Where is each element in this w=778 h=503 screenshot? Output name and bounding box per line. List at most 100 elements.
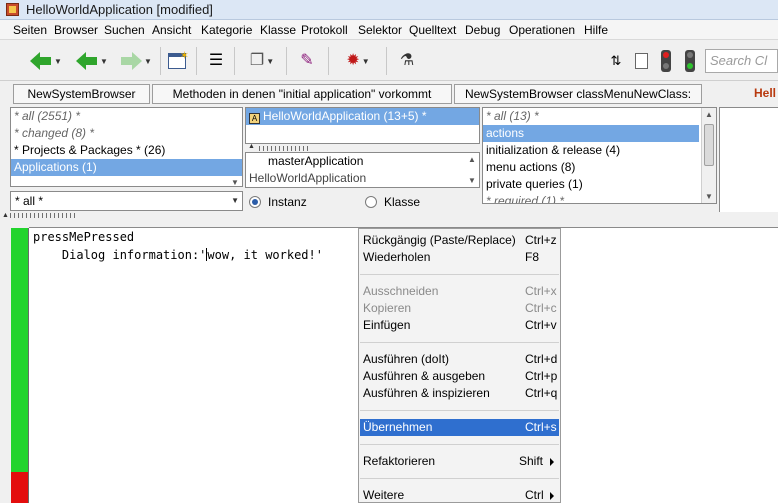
list-item[interactable]: * all (2551) * [11, 108, 242, 125]
menu-browser[interactable]: Browser [54, 23, 98, 37]
radio-class[interactable]: Klasse [365, 195, 420, 209]
editor-left-margin [0, 220, 11, 503]
window-title: HelloWorldApplication [modified] [26, 2, 213, 17]
forward-button[interactable]: ▼ [116, 47, 156, 75]
list-item-selected[interactable]: actions [483, 125, 699, 142]
indent-lines-icon: ☰ [208, 52, 224, 69]
back-history-button[interactable]: ▼ [72, 47, 112, 75]
category-scrollbar[interactable]: ▼ [228, 108, 242, 186]
scroll-up-icon: ▲ [468, 155, 476, 164]
menu-item-accept[interactable]: Übernehmen Ctrl+s [360, 419, 559, 436]
tab-overflow-label[interactable]: Hell [754, 86, 776, 100]
tab-bar: NewSystemBrowser Methoden in denen "init… [0, 84, 778, 105]
list-item[interactable]: masterApplication [246, 153, 479, 170]
chevron-down-icon: ▼ [231, 196, 239, 205]
scroll-thumb[interactable] [704, 124, 714, 166]
back-button[interactable]: ▼ [26, 47, 66, 75]
menu-quelltext[interactable]: Quelltext [409, 23, 456, 37]
title-bar: HelloWorldApplication [modified] [0, 0, 778, 20]
class-item-label: HelloWorldApplication (13+5) * [263, 109, 427, 123]
menu-item-cut[interactable]: Ausschneiden Ctrl+x [360, 283, 559, 300]
document-icon [634, 53, 648, 69]
list-item[interactable]: menu actions (8) [483, 159, 716, 176]
menu-item-more[interactable]: Weitere Ctrl [360, 487, 559, 503]
list-item[interactable]: HelloWorldApplication [246, 170, 479, 187]
document-button[interactable] [630, 47, 652, 75]
search-tool-button[interactable]: ✎ [294, 47, 320, 75]
menu-item-copy[interactable]: Kopieren Ctrl+c [360, 300, 559, 317]
format-button[interactable]: ☰ [204, 47, 228, 75]
chevron-down-icon: ▼ [266, 56, 275, 66]
menu-klasse[interactable]: Klasse [260, 23, 296, 37]
menu-selektor[interactable]: Selektor [358, 23, 402, 37]
menu-suchen[interactable]: Suchen [104, 23, 145, 37]
app-icon [6, 3, 19, 16]
test-runner-button[interactable]: ⚗ [394, 47, 420, 75]
chevron-down-icon: ▼ [361, 56, 370, 66]
list-item[interactable]: * Projects & Packages * (26) [11, 142, 242, 159]
scroll-up-icon: ▲ [248, 143, 255, 150]
list-item[interactable]: * required (1) * [483, 193, 716, 203]
menu-kategorie[interactable]: Kategorie [201, 23, 252, 37]
list-item-selected[interactable]: A HelloWorldApplication (13+5) * [246, 108, 479, 125]
list-item[interactable]: * changed (8) * [11, 125, 242, 142]
traffic-light-red-button[interactable] [656, 47, 676, 75]
forward-arrow-icon [120, 50, 143, 72]
menu-item-redo[interactable]: Wiederholen F8 [360, 249, 559, 266]
radio-label: Klasse [384, 195, 421, 209]
code-line-2: Dialog information:'wow, it worked!' [33, 248, 323, 262]
tab-methods-initial-application[interactable]: Methoden in denen "initial application" … [152, 84, 452, 104]
class-list[interactable]: A HelloWorldApplication (13+5) * [245, 107, 480, 144]
chevron-down-icon: ▼ [54, 56, 62, 66]
windows-button[interactable]: ❐ ▼ [242, 47, 282, 75]
scroll-down-icon: ▼ [468, 176, 476, 185]
new-window-icon: ✶ [168, 50, 189, 69]
selector-list[interactable] [719, 107, 778, 214]
list-item[interactable]: * all (13) * [483, 108, 716, 125]
category-list[interactable]: * all (2551) * * changed (8) * * Project… [10, 107, 243, 187]
context-menu: Rückgängig (Paste/Replace) Ctrl+z Wiederh… [358, 228, 561, 503]
traffic-light-green-button[interactable] [680, 47, 700, 75]
code-line-1: pressMePressed [33, 230, 135, 244]
code-error-gutter [11, 472, 29, 503]
menu-item-inspect-it[interactable]: Ausführen & inspizieren Ctrl+q [360, 385, 559, 402]
flask-icon: ⚗ [399, 52, 415, 69]
debug-button[interactable]: ✹ ▼ [336, 47, 380, 75]
search-magic-icon: ✎ [300, 52, 314, 69]
list-item[interactable]: private queries (1) [483, 176, 716, 193]
category-filter-combo[interactable]: * all * ▼ [10, 191, 243, 211]
class-hierarchy-list[interactable]: masterApplication HelloWorldApplication … [245, 152, 480, 188]
stacked-windows-icon: ❐ [249, 52, 265, 69]
protocol-list[interactable]: * all (13) * actions initialization & re… [482, 107, 717, 204]
chevron-down-icon: ▼ [100, 56, 108, 66]
class-scrollbar[interactable]: ▲ ▼ [465, 153, 479, 187]
grip-icon [10, 213, 76, 218]
menu-seiten[interactable]: Seiten [13, 23, 47, 37]
back-arrow-icon [76, 50, 98, 72]
editor-splitter[interactable]: ▲ [0, 212, 778, 220]
list-item-selected[interactable]: Applications (1) [11, 159, 242, 176]
search-class-input[interactable]: Search Cl [705, 49, 778, 73]
new-browser-button[interactable]: ✶ [164, 47, 190, 75]
code-status-gutter [11, 228, 29, 472]
radio-instance[interactable]: Instanz [249, 195, 307, 209]
radio-label: Instanz [268, 195, 307, 209]
menu-item-refactor[interactable]: Refaktorieren Shift [360, 453, 559, 470]
menu-ansicht[interactable]: Ansicht [152, 23, 191, 37]
menu-protokoll[interactable]: Protokoll [301, 23, 348, 37]
menu-item-do-it[interactable]: Ausführen (doIt) Ctrl+d [360, 351, 559, 368]
tab-new-system-browser[interactable]: NewSystemBrowser [13, 84, 150, 104]
protocol-scrollbar[interactable]: ▲ ▼ [701, 108, 716, 203]
list-item[interactable]: initialization & release (4) [483, 142, 716, 159]
sort-button[interactable]: ⇅ [604, 47, 628, 75]
menu-item-undo[interactable]: Rückgängig (Paste/Replace) Ctrl+z [360, 232, 559, 249]
menu-item-print-it[interactable]: Ausführen & ausgeben Ctrl+p [360, 368, 559, 385]
menu-debug[interactable]: Debug [465, 23, 500, 37]
class-splitter[interactable]: ▲ [245, 143, 480, 152]
submenu-arrow-icon [550, 458, 554, 466]
tab-class-menu-new-class[interactable]: NewSystemBrowser classMenuNewClass: [454, 84, 702, 104]
menu-hilfe[interactable]: Hilfe [584, 23, 608, 37]
back-arrow-icon [30, 50, 52, 72]
menu-operationen[interactable]: Operationen [509, 23, 575, 37]
menu-item-paste[interactable]: Einfügen Ctrl+v [360, 317, 559, 334]
